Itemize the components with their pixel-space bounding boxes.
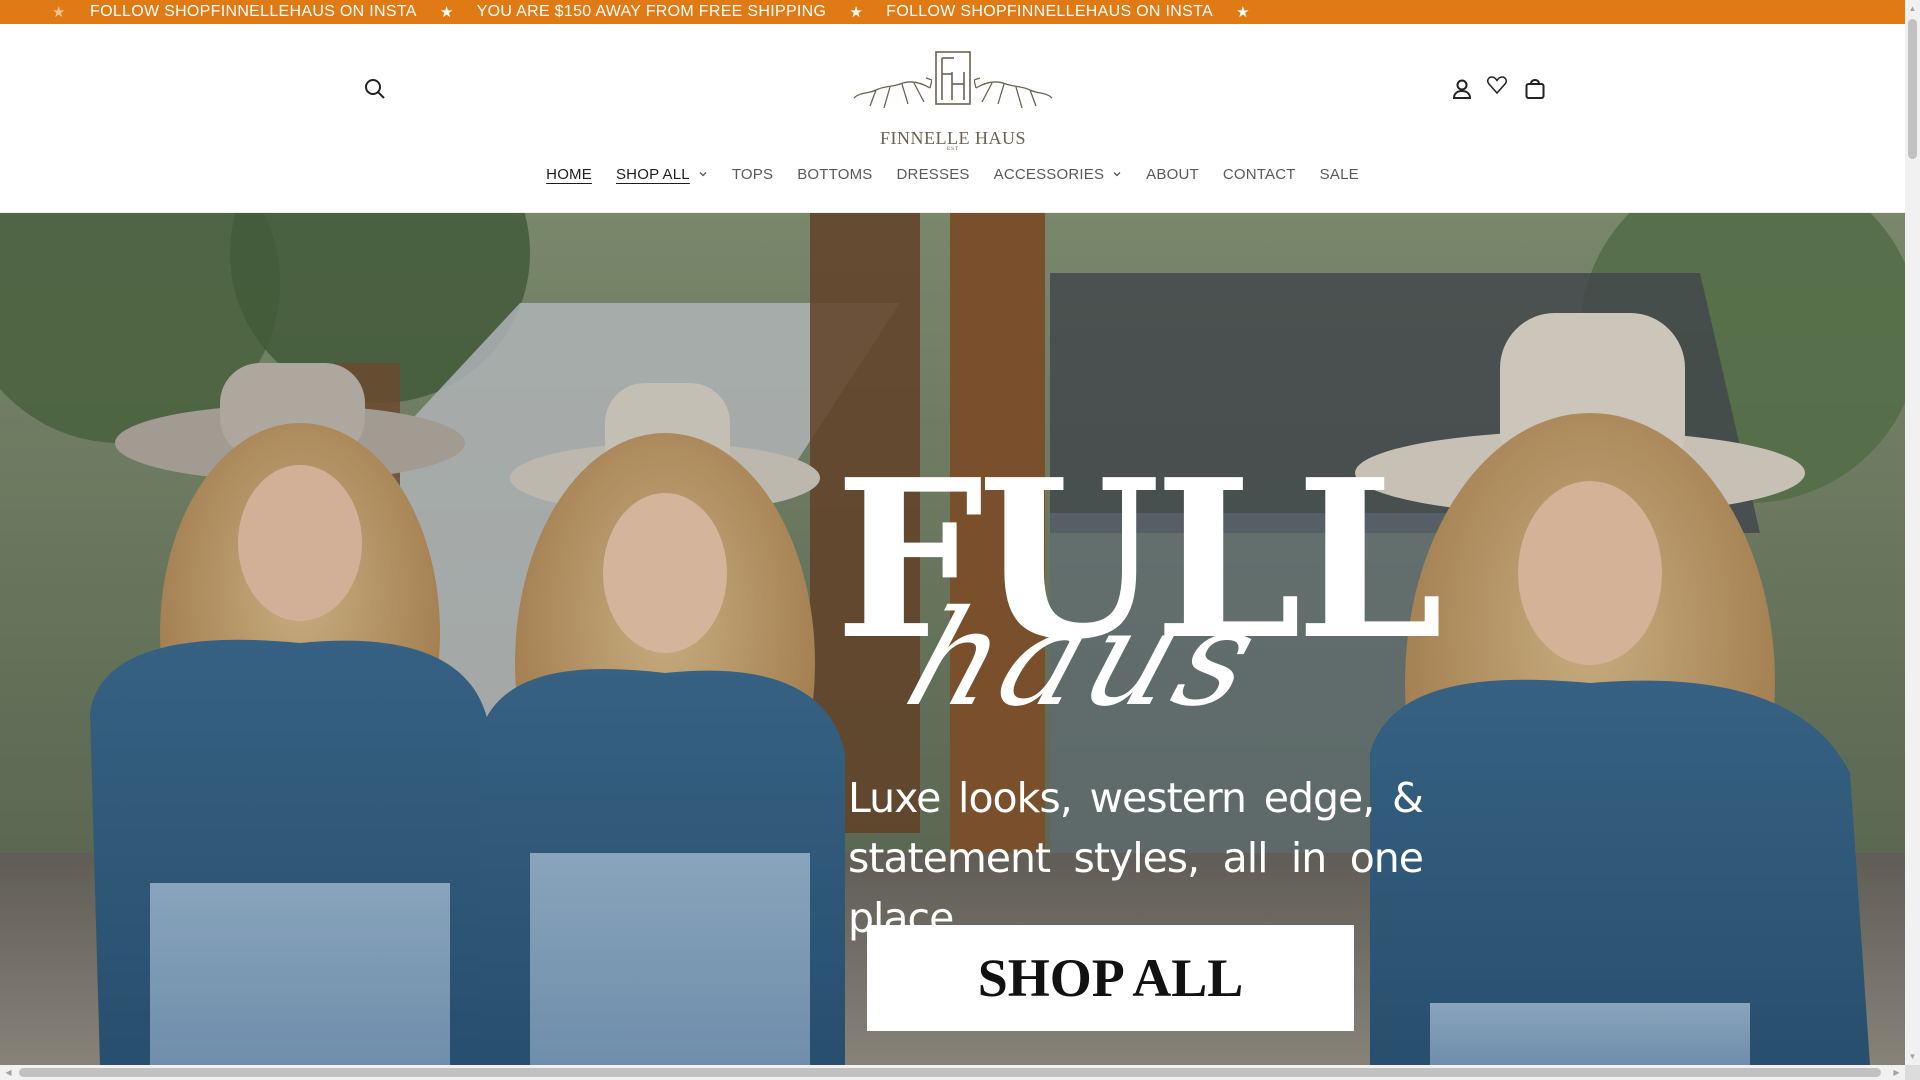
hero-tagline: Luxe looks, western edge, & statement st… bbox=[848, 774, 1424, 942]
site-header: FINNELLE HAUS EST HOME SHOP ALL TOPS BOT… bbox=[0, 24, 1905, 213]
scroll-down-arrow-icon[interactable]: ▼ bbox=[1905, 1048, 1920, 1065]
announcement-bar: ★ FOLLOW SHOPFINNELLEHAUS ON INSTA ★ YOU… bbox=[0, 0, 1905, 24]
nav-item-dresses[interactable]: DRESSES bbox=[885, 158, 982, 190]
nav-item-label: BOTTOMS bbox=[797, 165, 873, 183]
main-nav: HOME SHOP ALL TOPS BOTTOMS DRESSES ACCES… bbox=[0, 158, 1905, 190]
search-button[interactable] bbox=[357, 71, 393, 107]
heart-icon bbox=[1487, 76, 1507, 95]
cart-icon bbox=[1525, 78, 1545, 99]
nav-item-sale[interactable]: SALE bbox=[1308, 158, 1371, 190]
vertical-scroll-thumb[interactable] bbox=[1908, 19, 1917, 159]
site-logo[interactable]: FINNELLE HAUS EST bbox=[850, 50, 1056, 154]
nav-item-label: HOME bbox=[546, 165, 592, 183]
search-icon bbox=[365, 79, 385, 99]
horse-right-icon bbox=[974, 77, 1053, 109]
nav-item-accessories[interactable]: ACCESSORIES bbox=[982, 158, 1135, 190]
scroll-left-arrow-icon[interactable]: ◀ bbox=[0, 1065, 17, 1080]
nav-item-label: SALE bbox=[1319, 165, 1359, 183]
announcement-message[interactable]: FOLLOW SHOPFINNELLEHAUS ON INSTA bbox=[90, 3, 417, 21]
star-icon: ★ bbox=[849, 4, 864, 21]
account-icon bbox=[1452, 79, 1472, 99]
announcement-track: FOLLOW SHOPFINNELLEHAUS ON INSTA ★ YOU A… bbox=[90, 0, 1273, 24]
nav-item-label: CONTACT bbox=[1222, 165, 1296, 183]
page: ★ FOLLOW SHOPFINNELLEHAUS ON INSTA ★ YOU… bbox=[0, 0, 1905, 1065]
scrollbar-corner bbox=[1905, 1065, 1920, 1080]
horizontal-scrollbar[interactable]: ◀ ▶ bbox=[0, 1065, 1905, 1080]
account-button[interactable] bbox=[1444, 71, 1480, 107]
vertical-scrollbar[interactable]: ▲ ▼ bbox=[1905, 0, 1920, 1065]
horizontal-scroll-thumb[interactable] bbox=[19, 1068, 1881, 1077]
nav-item-bottoms[interactable]: BOTTOMS bbox=[785, 158, 884, 190]
announcement-message[interactable]: YOU ARE $150 AWAY FROM FREE SHIPPING bbox=[477, 3, 827, 21]
logo-sub: EST bbox=[947, 147, 959, 152]
hero-script-title: haus bbox=[889, 582, 1281, 736]
nav-item-shop-all[interactable]: SHOP ALL bbox=[604, 158, 720, 190]
star-icon: ★ bbox=[52, 4, 66, 21]
nav-item-contact[interactable]: CONTACT bbox=[1211, 158, 1308, 190]
star-icon: ★ bbox=[439, 4, 454, 21]
shop-all-button-label: SHOP ALL bbox=[977, 948, 1244, 1008]
chevron-down-icon bbox=[1113, 172, 1121, 177]
chevron-down-icon bbox=[699, 172, 707, 177]
star-icon: ★ bbox=[1236, 4, 1250, 21]
nav-item-label: SHOP ALL bbox=[615, 165, 690, 183]
nav-item-label: ACCESSORIES bbox=[993, 165, 1105, 183]
nav-item-label: TOPS bbox=[731, 165, 774, 183]
shop-all-button[interactable]: SHOP ALL bbox=[867, 925, 1354, 1031]
announcement-message[interactable]: FOLLOW SHOPFINNELLEHAUS ON INSTA bbox=[886, 3, 1213, 21]
nav-item-label: DRESSES bbox=[896, 165, 970, 183]
hero-banner[interactable]: FULL haus Luxe looks, western edge, & st… bbox=[0, 213, 1905, 1065]
logo-monogram bbox=[935, 51, 971, 105]
scroll-up-arrow-icon[interactable]: ▲ bbox=[1905, 0, 1920, 17]
wishlist-button[interactable] bbox=[1479, 67, 1515, 103]
nav-item-home[interactable]: HOME bbox=[534, 158, 604, 190]
scroll-right-arrow-icon[interactable]: ▶ bbox=[1888, 1065, 1905, 1080]
horse-left-icon bbox=[853, 77, 932, 109]
logo-text: FINNELLE HAUS bbox=[880, 128, 1026, 148]
cart-button[interactable] bbox=[1517, 71, 1553, 107]
nav-item-label: ABOUT bbox=[1146, 165, 1199, 183]
nav-item-about[interactable]: ABOUT bbox=[1134, 158, 1211, 190]
nav-item-tops[interactable]: TOPS bbox=[720, 158, 785, 190]
